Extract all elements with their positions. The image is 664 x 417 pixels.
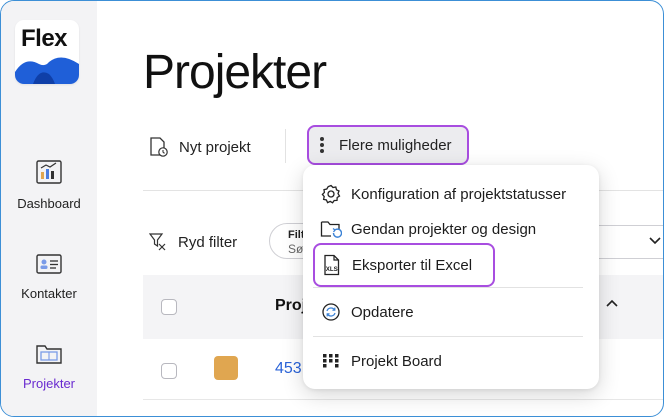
sidebar-item-label: Projekter: [22, 376, 76, 391]
sidebar-item-projekter[interactable]: Projekter: [1, 341, 97, 391]
new-document-icon: [150, 137, 168, 157]
project-folder-icon: [36, 345, 62, 364]
page-title: Projekter: [143, 46, 327, 99]
gear-icon: [320, 183, 342, 205]
menu-item-label: Opdatere: [351, 303, 414, 321]
column-header-project[interactable]: Proj: [275, 297, 306, 315]
toolbar-divider: [285, 129, 286, 163]
new-project-button[interactable]: Nyt projekt: [149, 136, 251, 158]
svg-text:XLS: XLS: [326, 266, 338, 273]
clear-filter-icon: [149, 233, 166, 251]
row-checkbox[interactable]: [161, 363, 177, 379]
more-vertical-icon: [320, 137, 324, 153]
logo-text: Flex: [21, 25, 68, 52]
sort-caret-up-icon[interactable]: [605, 297, 619, 309]
app-window: Flex Dashboard Kontakter Projekter Proje…: [0, 0, 664, 417]
menu-item-refresh[interactable]: Opdatere: [303, 297, 599, 327]
more-options-menu: Konfiguration af projektstatusser Gendan…: [303, 165, 599, 389]
menu-item-label: Projekt Board: [351, 352, 442, 370]
chevron-down-icon: [649, 237, 661, 245]
filter-placeholder: Sø: [288, 242, 304, 256]
clear-filter-button[interactable]: Ryd filter: [149, 232, 237, 252]
new-project-label: Nyt projekt: [179, 138, 251, 156]
menu-item-configure-status[interactable]: Konfiguration af projektstatusser: [303, 179, 599, 209]
refresh-icon: [320, 301, 342, 323]
menu-item-label: Gendan projekter og design: [351, 220, 537, 238]
row-divider: [143, 399, 663, 400]
menu-item-label: Eksporter til Excel: [352, 256, 473, 274]
menu-item-label: Konfiguration af projektstatusser: [351, 185, 567, 203]
select-all-checkbox[interactable]: [161, 299, 177, 315]
menu-divider: [313, 287, 583, 288]
app-logo[interactable]: Flex: [15, 20, 79, 84]
dashboard-icon: [36, 160, 62, 184]
sidebar-item-label: Kontakter: [21, 286, 77, 301]
xls-file-icon: XLS: [321, 254, 343, 276]
more-options-button[interactable]: Flere muligheder: [307, 125, 469, 165]
logo-wave-icon: [15, 57, 79, 84]
sidebar-item-kontakter[interactable]: Kontakter: [1, 251, 97, 301]
sidebar-item-dashboard[interactable]: Dashboard: [1, 159, 97, 211]
project-color-swatch: [214, 356, 238, 380]
menu-divider: [313, 336, 583, 337]
menu-item-export-excel[interactable]: XLS Eksporter til Excel: [313, 243, 495, 287]
menu-item-project-board[interactable]: Projekt Board: [303, 346, 599, 376]
menu-item-restore-projects[interactable]: Gendan projekter og design: [303, 214, 599, 244]
more-options-label: Flere muligheder: [339, 136, 452, 154]
sidebar: Flex Dashboard Kontakter Projekter: [1, 1, 97, 416]
clear-filter-label: Ryd filter: [178, 233, 238, 251]
sidebar-item-label: Dashboard: [17, 196, 81, 211]
restore-folder-icon: [320, 218, 342, 240]
board-icon: [320, 350, 342, 372]
contact-card-icon: [36, 254, 62, 274]
project-number-link[interactable]: 453: [275, 360, 302, 378]
